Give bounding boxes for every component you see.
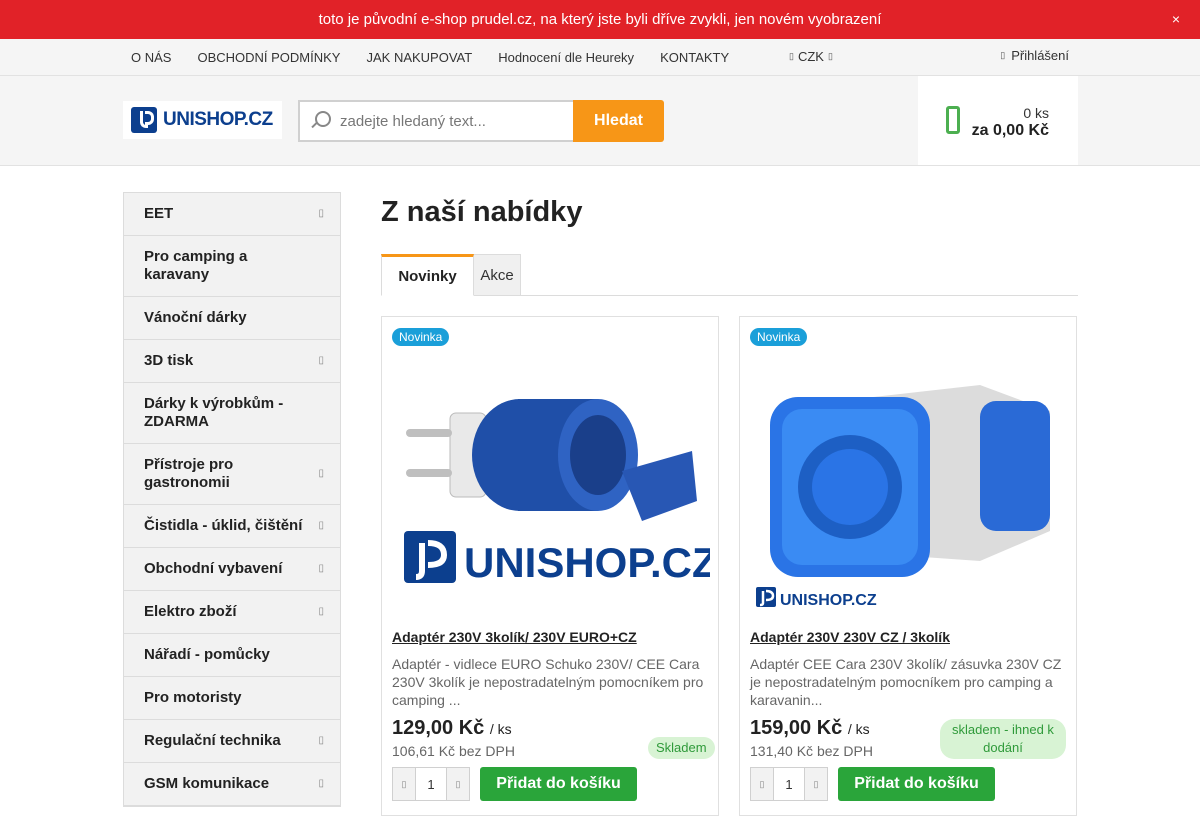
chevron-right-icon: ▯: [318, 606, 324, 617]
new-badge: Novinka: [750, 328, 808, 346]
stock-badge: Skladem: [648, 737, 715, 759]
svg-text:UNISHOP.CZ: UNISHOP.CZ: [464, 539, 710, 586]
search-icon: [300, 102, 340, 140]
category-item[interactable]: Nářadí - pomůcky: [124, 634, 340, 677]
site-header: UNISHOP.CZ Hledat 0 ks za 0,00 Kč: [0, 76, 1200, 166]
money-icon: ▯: [789, 51, 794, 61]
product-name-link[interactable]: Adaptér 230V 3kolík/ 230V EURO+CZ: [392, 629, 637, 645]
category-label: GSM komunikace: [144, 775, 270, 792]
chevron-right-icon: ▯: [318, 563, 324, 574]
chevron-right-icon: ▯: [318, 735, 324, 746]
category-label: 3D tisk: [144, 352, 194, 369]
category-label: Pro camping a karavany: [144, 248, 248, 283]
add-to-cart-button[interactable]: Přidat do košíku: [480, 767, 637, 801]
chevron-right-icon: ▯: [318, 778, 324, 789]
category-sidebar: EET ▯ Pro camping a karavany Vánoční dár…: [123, 192, 341, 807]
category-item[interactable]: Přístroje pro gastronomii ▯: [124, 444, 340, 505]
category-item[interactable]: EET ▯: [124, 193, 340, 236]
product-description: Adaptér - vidlece EURO Schuko 230V/ CEE …: [392, 656, 704, 708]
category-item[interactable]: Čistidla - úklid, čištění ▯: [124, 505, 340, 548]
product-card: Novinka UNISHOP.CZ Adaptér 230V 3kolík/ …: [381, 316, 719, 816]
category-item[interactable]: Dárky k výrobkům - ZDARMA: [124, 383, 340, 444]
cart-summary[interactable]: 0 ks za 0,00 Kč: [918, 76, 1078, 165]
price-unit: / ks: [489, 721, 512, 737]
category-label: Obchodní vybavení: [144, 560, 283, 577]
category-item[interactable]: Vánoční dárky: [124, 297, 340, 340]
user-icon: ▯: [1000, 50, 1006, 60]
tab-akce[interactable]: Akce: [474, 254, 521, 296]
top-links: O NÁS OBCHODNÍ PODMÍNKY JAK NAKUPOVAT Ho…: [131, 39, 755, 76]
category-label: Vánoční dárky: [144, 309, 247, 326]
close-icon[interactable]: ×: [1172, 11, 1180, 27]
site-logo[interactable]: UNISHOP.CZ: [123, 101, 282, 139]
announcement-bar: toto je původní e-shop prudel.cz, na kte…: [0, 0, 1200, 39]
product-price: 159,00 Kč / ks: [750, 717, 870, 740]
category-item[interactable]: Pro camping a karavany: [124, 236, 340, 297]
quantity-stepper: ▯ 1 ▯: [392, 767, 470, 801]
increase-qty-button[interactable]: ▯: [447, 768, 469, 800]
category-item[interactable]: Elektro zboží ▯: [124, 591, 340, 634]
login-link[interactable]: ▯ Přihlášení: [1000, 48, 1069, 63]
cart-count: 0 ks: [1023, 105, 1049, 121]
announcement-text: toto je původní e-shop prudel.cz, na kte…: [318, 11, 882, 28]
chevron-right-icon: ▯: [318, 208, 324, 219]
add-to-cart-button[interactable]: Přidat do košíku: [838, 767, 995, 801]
category-label: Dárky k výrobkům - ZDARMA: [144, 395, 284, 430]
currency-label: CZK: [797, 49, 824, 64]
category-label: Nářadí - pomůcky: [144, 646, 270, 663]
product-image[interactable]: UNISHOP.CZ: [750, 351, 1068, 613]
nav-link-heureka[interactable]: Hodnocení dle Heureky: [498, 50, 634, 65]
offer-tabs: Novinky Akce: [381, 254, 1078, 296]
logo-mark-icon: [131, 107, 157, 133]
product-image[interactable]: UNISHOP.CZ: [392, 351, 710, 613]
stock-badge: skladem - ihned k dodání: [940, 719, 1066, 759]
price-net: 131,40 Kč bez DPH: [750, 743, 873, 759]
category-item[interactable]: Regulační technika ▯: [124, 720, 340, 763]
tab-novinky[interactable]: Novinky: [381, 254, 474, 296]
category-label: Elektro zboží: [144, 603, 237, 620]
svg-text:UNISHOP.CZ: UNISHOP.CZ: [780, 592, 877, 609]
page-title: Z naší nabídky: [381, 196, 583, 228]
logo-text: UNISHOP.CZ: [163, 109, 273, 130]
search-input[interactable]: [340, 112, 570, 130]
chevron-right-icon: ▯: [318, 355, 324, 366]
category-item[interactable]: 3D tisk ▯: [124, 340, 340, 383]
product-card: Novinka UNISHOP.CZ Adaptér 230V 230V CZ …: [739, 316, 1077, 816]
product-price: 129,00 Kč / ks: [392, 717, 512, 740]
quantity-stepper: ▯ 1 ▯: [750, 767, 828, 801]
category-label: Regulační technika: [144, 732, 281, 749]
increase-qty-button[interactable]: ▯: [805, 768, 827, 800]
chevron-right-icon: ▯: [318, 520, 324, 531]
new-badge: Novinka: [392, 328, 450, 346]
decrease-qty-button[interactable]: ▯: [751, 768, 773, 800]
quantity-value[interactable]: 1: [773, 768, 805, 800]
search-box: [298, 100, 574, 142]
price-net: 106,61 Kč bez DPH: [392, 743, 515, 759]
category-label: Čistidla - úklid, čištění: [144, 517, 303, 534]
nav-link-contacts[interactable]: KONTAKTY: [660, 50, 729, 65]
cart-total: za 0,00 Kč: [971, 122, 1049, 139]
category-item[interactable]: Obchodní vybavení ▯: [124, 548, 340, 591]
nav-link-terms[interactable]: OBCHODNÍ PODMÍNKY: [197, 50, 340, 65]
search-button[interactable]: Hledat: [573, 100, 664, 142]
category-label: Pro motoristy: [144, 689, 242, 706]
category-item[interactable]: Pro motoristy: [124, 677, 340, 720]
product-description: Adaptér CEE Cara 230V 3kolík/ zásuvka 23…: [750, 656, 1062, 708]
chevron-down-icon: ▯: [827, 51, 833, 61]
nav-link-how-to-buy[interactable]: JAK NAKUPOVAT: [366, 50, 472, 65]
cart-icon: [946, 106, 960, 134]
nav-link-about[interactable]: O NÁS: [131, 50, 171, 65]
decrease-qty-button[interactable]: ▯: [393, 768, 415, 800]
price-value: 129,00 Kč: [392, 717, 485, 739]
top-navigation: O NÁS OBCHODNÍ PODMÍNKY JAK NAKUPOVAT Ho…: [0, 39, 1200, 76]
quantity-value[interactable]: 1: [415, 768, 447, 800]
product-name-link[interactable]: Adaptér 230V 230V CZ / 3kolík: [750, 629, 950, 645]
category-label: Přístroje pro gastronomii: [144, 456, 234, 491]
chevron-right-icon: ▯: [318, 468, 324, 479]
login-label: Přihlášení: [1011, 48, 1069, 63]
category-label: EET: [144, 205, 174, 222]
price-value: 159,00 Kč: [750, 717, 843, 739]
currency-selector[interactable]: ▯ CZK ▯: [789, 49, 833, 64]
price-unit: / ks: [847, 721, 870, 737]
